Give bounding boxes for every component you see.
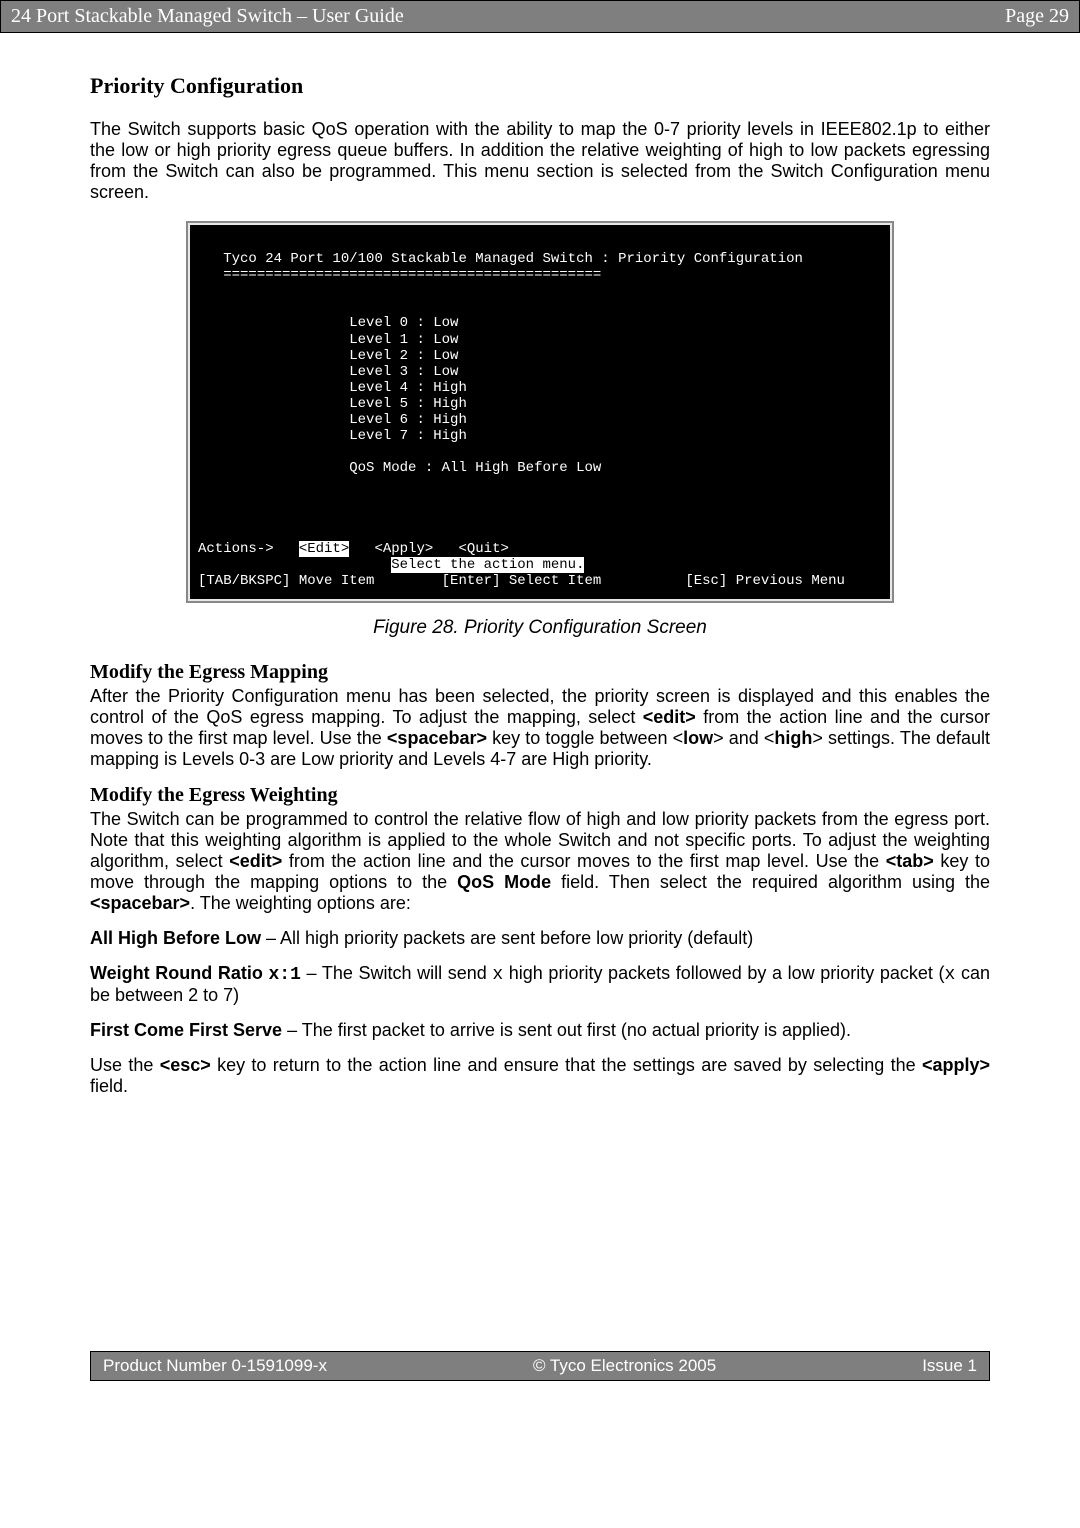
terminal-screenshot: Tyco 24 Port 10/100 Stackable Managed Sw… (186, 221, 894, 603)
term-line: Tyco 24 Port 10/100 Stackable Managed Sw… (198, 251, 803, 267)
term-line: QoS Mode : All High Before Low (198, 460, 601, 476)
term-line: Level 4 : High (198, 380, 467, 396)
footer-issue: Issue 1 (922, 1356, 977, 1376)
footer-product: Product Number 0-1591099-x (103, 1356, 327, 1376)
option-all-high: All High Before Low – All high priority … (90, 928, 990, 949)
page-content: Priority Configuration The Switch suppor… (0, 33, 1080, 1171)
header-title: 24 Port Stackable Managed Switch – User … (11, 5, 404, 28)
term-line: Level 2 : Low (198, 348, 458, 364)
para-egress-weighting: The Switch can be programmed to control … (90, 809, 990, 914)
term-line: ========================================… (198, 267, 601, 283)
spacer (0, 1171, 1080, 1351)
figure-caption: Figure 28. Priority Configuration Screen (90, 617, 990, 639)
term-line: Level 1 : Low (198, 332, 458, 348)
terminal-body: Tyco 24 Port 10/100 Stackable Managed Sw… (190, 225, 890, 599)
intro-paragraph: The Switch supports basic QoS operation … (90, 119, 990, 203)
term-line: Level 5 : High (198, 396, 467, 412)
page-footer: Product Number 0-1591099-x © Tyco Electr… (90, 1351, 990, 1381)
header-page: Page 29 (1005, 5, 1069, 28)
term-line: Level 0 : Low (198, 315, 458, 331)
option-weight-ratio: Weight Round Ratio x:1 – The Switch will… (90, 963, 990, 1006)
term-edit-selected: <Edit> (299, 541, 349, 557)
term-actions-line: Actions-> <Edit> <Apply> <Quit> (198, 541, 509, 557)
para-egress-mapping: After the Priority Configuration menu ha… (90, 686, 990, 770)
term-line: Level 3 : Low (198, 364, 458, 380)
term-line: Level 6 : High (198, 412, 467, 428)
term-hint-line: Select the action menu. (198, 557, 584, 573)
subhead-egress-mapping: Modify the Egress Mapping (90, 661, 990, 684)
term-line: Level 7 : High (198, 428, 467, 444)
option-first-come: First Come First Serve – The first packe… (90, 1020, 990, 1041)
subhead-egress-weighting: Modify the Egress Weighting (90, 784, 990, 807)
term-bottom-line: [TAB/BKSPC] Move Item [Enter] Select Ite… (198, 573, 845, 589)
section-title: Priority Configuration (90, 73, 990, 99)
footer-copyright: © Tyco Electronics 2005 (533, 1356, 716, 1376)
page-header: 24 Port Stackable Managed Switch – User … (0, 0, 1080, 33)
closing-para: Use the <esc> key to return to the actio… (90, 1055, 990, 1097)
